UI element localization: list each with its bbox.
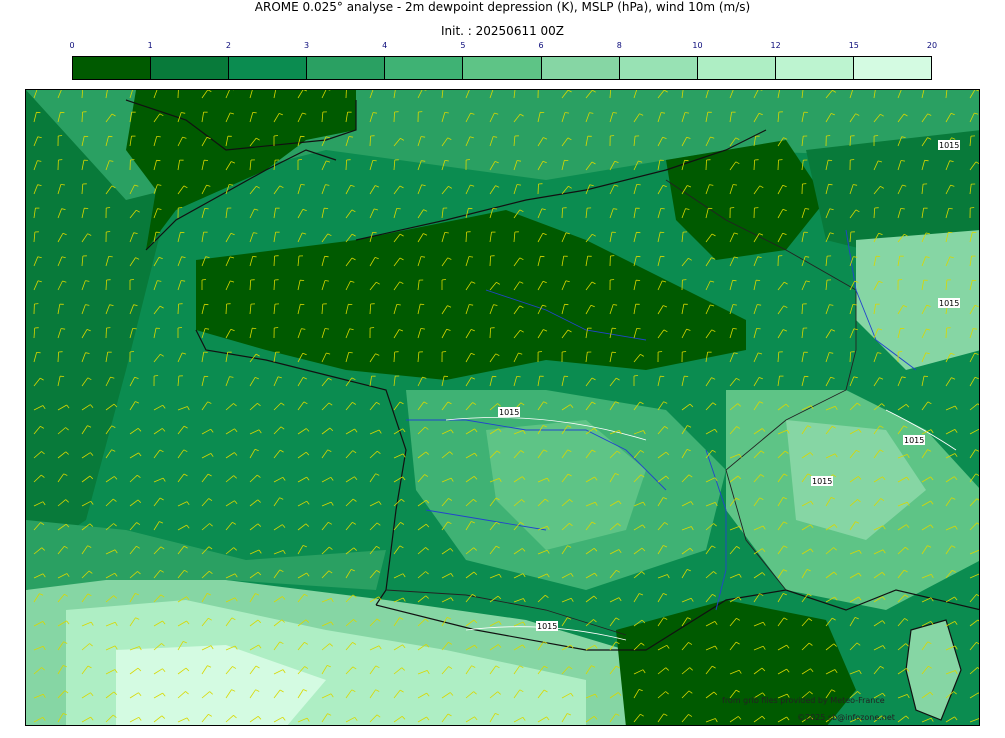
wind-barb-flag (273, 135, 279, 137)
wind-barb-flag (826, 135, 831, 137)
wind-barb-flag (156, 136, 161, 138)
wind-barb-flag (924, 159, 929, 162)
wind-barb-flag (828, 183, 833, 186)
wind-barb-flag (610, 279, 615, 281)
wind-barb-flag (396, 208, 401, 210)
wind-barb-flag (660, 208, 665, 210)
colorbar-segment (853, 57, 932, 79)
wind-barb-flag (636, 328, 641, 330)
wind-barb-flag (108, 256, 113, 258)
colorbar-tick-label: 20 (926, 41, 938, 50)
wind-barb-flag (348, 352, 353, 354)
wind-barb-flag (442, 351, 447, 353)
wind-barb-flag (898, 279, 903, 281)
wind-barb-flag (178, 207, 183, 209)
wind-barb-flag (970, 207, 975, 209)
forecast-map: 1015 1015 1015 1015 1015 1015 (25, 89, 980, 726)
wind-barb-flag (274, 327, 279, 329)
wind-barb-flag (636, 184, 641, 186)
colorbar-segment (385, 57, 464, 79)
copyright-credit: ©2025 sb@infozone.net (797, 713, 895, 722)
wind-barb-flag (466, 159, 471, 161)
colorbar-tick-label: 2 (225, 41, 231, 50)
wind-barb-flag (154, 375, 159, 377)
wind-barb-flag (204, 208, 209, 210)
colorbar-segment (73, 57, 152, 79)
isobar-label-4: 1015 (939, 299, 959, 308)
colorbar-segment (307, 57, 386, 79)
wind-barb (177, 90, 179, 99)
colorbar-tick-label: 3 (303, 41, 310, 50)
colorbar-tick-label: 8 (616, 41, 622, 50)
colorbar-segment (541, 57, 620, 79)
colorbar-tick-label: 5 (460, 41, 466, 50)
colorbar-tick-label: 0 (69, 41, 75, 50)
colorbar-segment (697, 57, 776, 79)
wind-barb-flag (610, 135, 615, 137)
wind-barb-flag (756, 328, 761, 330)
wind-barb-flag (370, 327, 375, 329)
wind-barb-flag (948, 208, 953, 210)
wind-barb-flag (658, 351, 663, 353)
isobar-label-5: 1015 (939, 141, 959, 150)
source-credit: from grib files provided by Meteo-France (722, 696, 885, 705)
wind-barb (105, 327, 107, 339)
wind-barb-flag (252, 256, 257, 258)
wind-barb-flag (106, 207, 111, 209)
wind-barb-flag (58, 135, 63, 137)
wind-barb-flag (978, 550, 979, 551)
wind-barb-flag (562, 351, 567, 353)
colorbar-tick-label: 1 (147, 41, 153, 50)
wind-barb-flag (874, 135, 879, 137)
wind-barb-flag (106, 231, 111, 233)
wind-barb-flag (324, 255, 329, 258)
colorbar-segment (619, 57, 698, 79)
wind-barb-flag (978, 574, 979, 575)
wind-barb (705, 159, 707, 171)
wind-barb-flag (372, 160, 377, 162)
isobar-label-6: 1015 (812, 477, 832, 486)
wind-barb-flag (682, 351, 687, 353)
wind-barb-flag (978, 718, 979, 719)
wind-barb (537, 183, 539, 195)
colorbar-tick-label: 6 (538, 41, 544, 50)
wind-barb-flag (898, 351, 903, 353)
colorbar-segment (151, 57, 230, 79)
wind-barb-flag (732, 279, 737, 282)
colorbar-segment (463, 57, 542, 79)
colorbar-segment (229, 57, 308, 79)
wind-barb (345, 90, 347, 99)
colorbar-segment (775, 57, 854, 79)
wind-barb-flag (516, 376, 521, 378)
wind-barb-flag (132, 328, 137, 330)
isobar-label-3: 1015 (904, 436, 924, 445)
init-time: Init. : 20250611 00Z (440, 24, 565, 38)
colorbar-legend (72, 56, 932, 80)
wind-barb-flag (538, 351, 543, 353)
isobar-label-2: 1015 (537, 622, 557, 631)
wind-barb-flag (850, 159, 855, 161)
wind-barb-flag (730, 207, 735, 209)
colorbar-tick-label: 4 (382, 41, 388, 50)
colorbar-tick-label: 10 (692, 41, 703, 50)
wind-barb-flag (252, 112, 257, 114)
chart-title: AROME 0.025° analyse - 2m dewpoint depre… (254, 0, 751, 14)
colorbar-tick-label: 15 (848, 41, 859, 50)
isobar-label-1: 1015 (499, 408, 519, 417)
colorbar-tick-label: 12 (770, 41, 781, 50)
wind-barb (777, 159, 779, 171)
